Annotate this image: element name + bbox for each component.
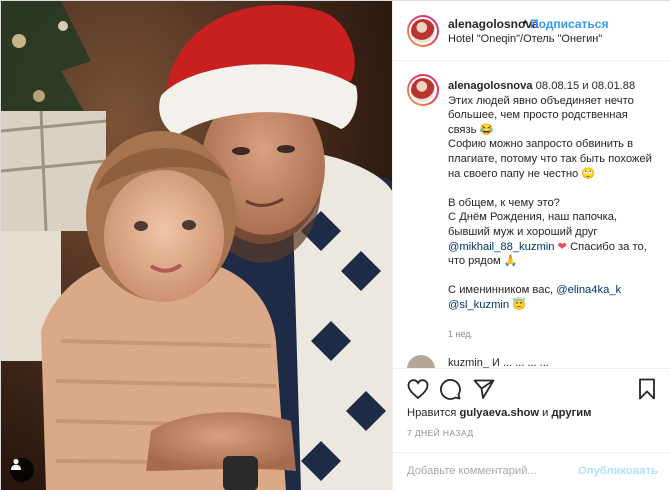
likes-others-link[interactable]: другим [552,407,592,419]
location-link[interactable]: Hotel "Oneqin"/Отель "Онегин" [448,33,602,45]
action-bar [393,368,670,408]
heart-outline-icon[interactable] [406,377,430,401]
caption-body-1: 08.08.15 и 08.01.88 Этих людей явно объе… [448,80,652,238]
publish-button[interactable]: Опубликовать [578,465,658,477]
mention-link[interactable]: @mikhail_88_kuzmin [448,241,555,253]
user-icon [11,458,21,470]
commenter-avatar[interactable] [407,355,435,368]
post-header: alenagolosnova • Подписаться Hotel "Oneq… [393,1,670,61]
comments-list[interactable]: alenagolosnova 08.08.15 и 08.01.88 Этих … [393,62,670,368]
heart-emoji: ❤ [554,240,567,253]
comment-text: kuzmin_ И ... ... ... ... [448,357,549,368]
liker-username[interactable]: gulyaeva.show [459,407,539,419]
bookmark-icon[interactable] [635,377,659,401]
mention-link[interactable]: @sl_kuzmin [448,299,509,311]
caption-username[interactable]: alenagolosnova [448,80,533,92]
caption-text: alenagolosnova 08.08.15 и 08.01.88 Этих … [448,79,658,313]
comment-item: kuzmin_ И ... ... ... ... [407,355,657,368]
likes-summary: Нравится gulyaeva.show и другим [407,407,591,419]
post-dialog: alenagolosnova • Подписаться Hotel "Oneq… [0,0,670,490]
follow-button[interactable]: Подписаться [530,17,608,31]
post-side-panel: alenagolosnova • Подписаться Hotel "Oneq… [392,1,670,490]
comment-input[interactable]: Добавьте комментарий... [407,465,537,477]
photo-illustration [1,1,392,490]
comment-bubble-icon[interactable] [438,377,462,401]
caption-avatar[interactable] [407,74,439,106]
add-comment-bar: Добавьте комментарий... Опубликовать [393,452,670,490]
post-photo[interactable] [1,1,392,490]
separator-dot: • [523,15,528,29]
likes-prefix: Нравится [407,407,460,419]
caption-body-4: 😇 [509,298,527,311]
caption-timestamp[interactable]: 1 нед. [448,329,473,339]
tagged-users-button[interactable] [10,458,34,482]
post-timestamp[interactable]: 7 ДНЕЙ НАЗАД [407,428,473,438]
mention-link[interactable]: @elina4ka_k [556,284,621,296]
paper-plane-icon[interactable] [472,377,496,401]
likes-and: и [539,407,552,419]
author-avatar[interactable] [407,15,439,47]
